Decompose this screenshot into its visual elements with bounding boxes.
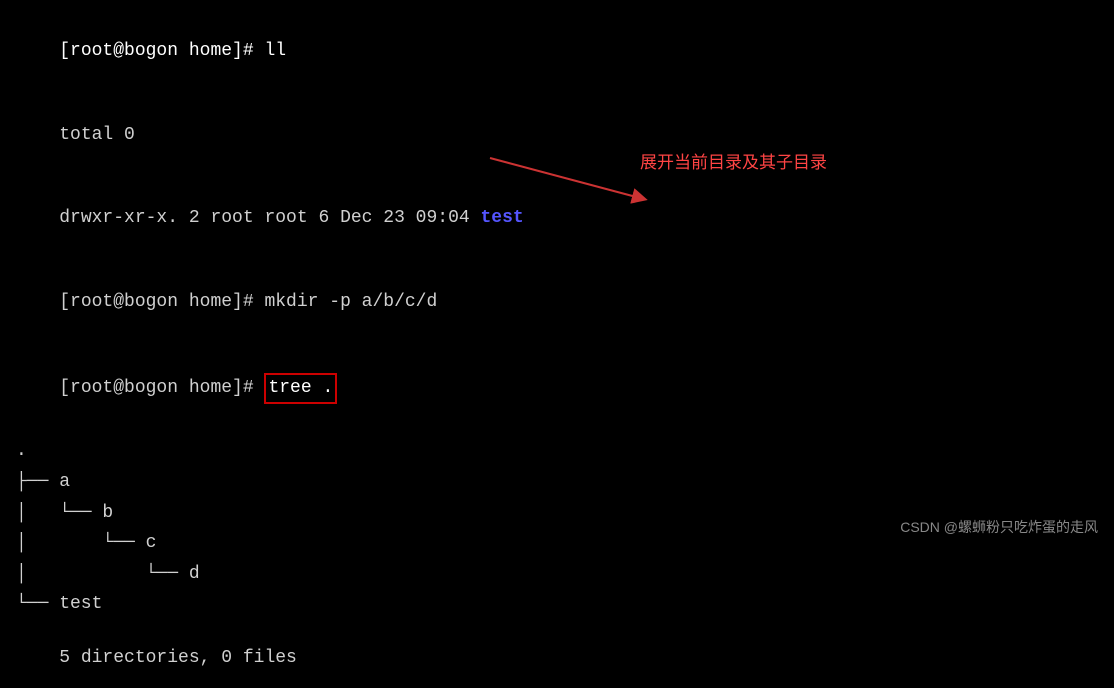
terminal-line-4: [root@bogon home]# mkdir -p a/b/c/d (16, 261, 1098, 345)
summary-text: 5 directories, 0 files (59, 648, 297, 668)
prompt-5: [root@bogon home]# (59, 378, 264, 398)
terminal-line-2: total 0 (16, 94, 1098, 178)
terminal-line-5: [root@bogon home]# tree . (16, 345, 1098, 433)
tree-a: ├── a (16, 467, 1098, 498)
annotation-text: 展开当前目录及其子目录 (640, 148, 827, 173)
tree-test: └── test (16, 589, 1098, 620)
mkdir-command: [root@bogon home]# mkdir -p a/b/c/d (59, 292, 437, 312)
total-text: total 0 (59, 125, 135, 145)
brand-text: CSDN @螺蛳粉只吃炸蛋的走风 (900, 519, 1098, 535)
dir-name-test: test (481, 208, 524, 228)
tree-d: │ └── d (16, 559, 1098, 590)
prompt-1: [root@bogon home]# ll (59, 41, 286, 61)
terminal-line-1: [root@bogon home]# ll (16, 10, 1098, 94)
tree-command-highlight: tree . (264, 373, 337, 405)
brand-watermark: CSDN @螺蛳粉只吃炸蛋的走风 (900, 517, 1098, 537)
tree-dot: . (16, 436, 1098, 467)
terminal-window: [root@bogon home]# ll total 0 drwxr-xr-x… (0, 0, 1114, 547)
terminal-line-3: drwxr-xr-x. 2 root root 6 Dec 23 09:04 t… (16, 177, 1098, 261)
dir-listing: drwxr-xr-x. 2 root root 6 Dec 23 09:04 (59, 208, 480, 228)
summary-line: 5 directories, 0 files (16, 628, 1098, 688)
